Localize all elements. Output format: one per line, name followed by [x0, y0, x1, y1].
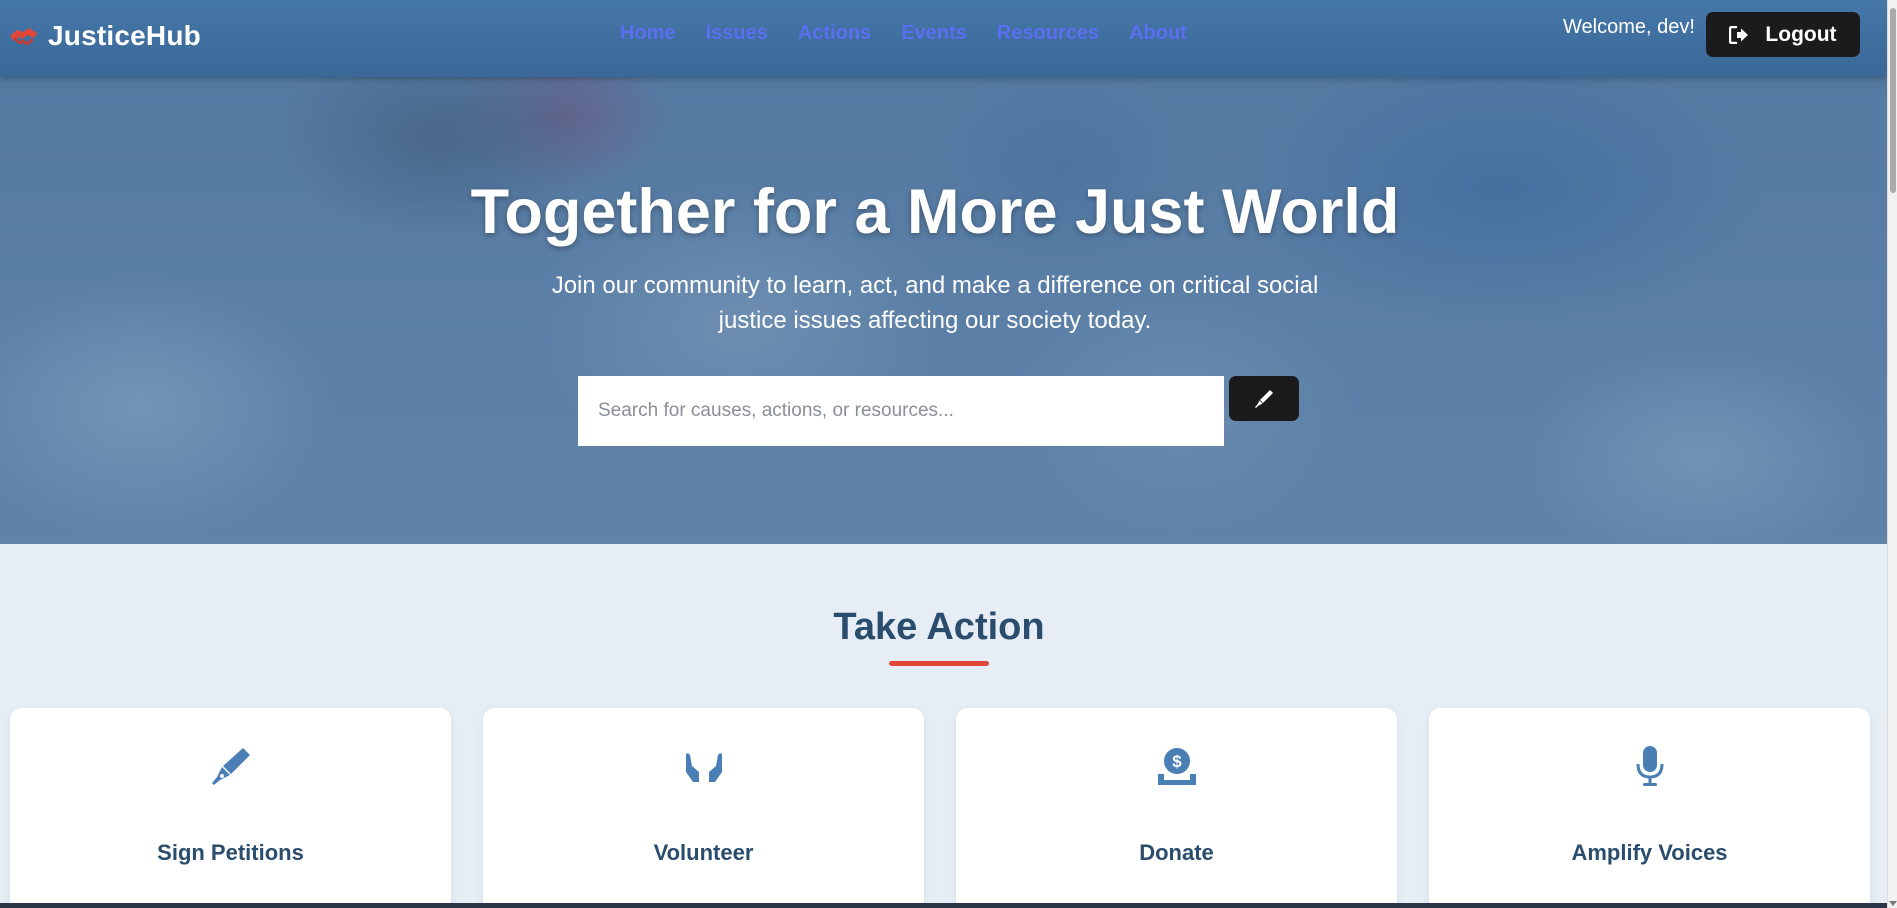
nav-actions[interactable]: Actions — [798, 22, 871, 45]
logout-label: Logout — [1765, 22, 1837, 46]
scroll-down-arrow-icon[interactable] — [1889, 901, 1897, 906]
card-label: Amplify Voices — [1571, 840, 1728, 865]
donate-icon: $ — [1157, 748, 1196, 785]
heading-underline — [889, 661, 989, 666]
brand-logo[interactable]: JusticeHub — [8, 18, 201, 54]
card-label: Donate — [1139, 840, 1214, 865]
handshake-icon — [10, 28, 37, 46]
welcome-message: Welcome, dev! — [1563, 16, 1695, 38]
card-volunteer[interactable]: Volunteer — [483, 708, 924, 903]
hero-title: Together for a More Just World — [470, 177, 1400, 247]
top-navbar: JusticeHub Home Issues Actions Events Re… — [0, 0, 1887, 77]
window-bottom-edge — [0, 903, 1887, 908]
card-label: Volunteer — [653, 840, 754, 865]
main-nav: Home Issues Actions Events Resources Abo… — [620, 22, 1187, 45]
page-viewport: JusticeHub Home Issues Actions Events Re… — [0, 0, 1887, 903]
logout-button[interactable]: Logout — [1706, 12, 1860, 57]
search-button[interactable] — [1229, 376, 1299, 421]
brand-name: JusticeHub — [48, 20, 201, 51]
hands-icon — [685, 753, 722, 782]
nav-about[interactable]: About — [1129, 22, 1187, 45]
nav-events[interactable]: Events — [901, 22, 967, 45]
card-amplify-voices[interactable]: Amplify Voices — [1429, 708, 1870, 903]
logout-icon — [1729, 25, 1749, 44]
microphone-icon — [1636, 746, 1663, 786]
search-input[interactable] — [578, 376, 1224, 446]
scrollbar-thumb[interactable] — [1890, 8, 1896, 193]
hero-banner: Together for a More Just World Join our … — [0, 77, 1887, 544]
svg-text:$: $ — [1172, 752, 1182, 771]
card-sign-petitions[interactable]: Sign Petitions — [10, 708, 451, 903]
pen-icon — [1255, 389, 1273, 408]
nav-home[interactable]: Home — [620, 22, 676, 45]
take-action-heading: Take Action — [833, 606, 1045, 648]
card-donate[interactable]: $ Donate — [956, 708, 1397, 903]
nav-resources[interactable]: Resources — [997, 22, 1099, 45]
card-label: Sign Petitions — [157, 840, 304, 865]
page-scrollbar[interactable] — [1887, 0, 1897, 908]
nav-issues[interactable]: Issues — [706, 22, 768, 45]
hero-subtitle: Join our community to learn, act, and ma… — [551, 272, 1319, 334]
action-cards: Sign Petitions Volunteer $ Donate Amplif… — [10, 708, 1870, 903]
pen-icon — [211, 748, 250, 785]
